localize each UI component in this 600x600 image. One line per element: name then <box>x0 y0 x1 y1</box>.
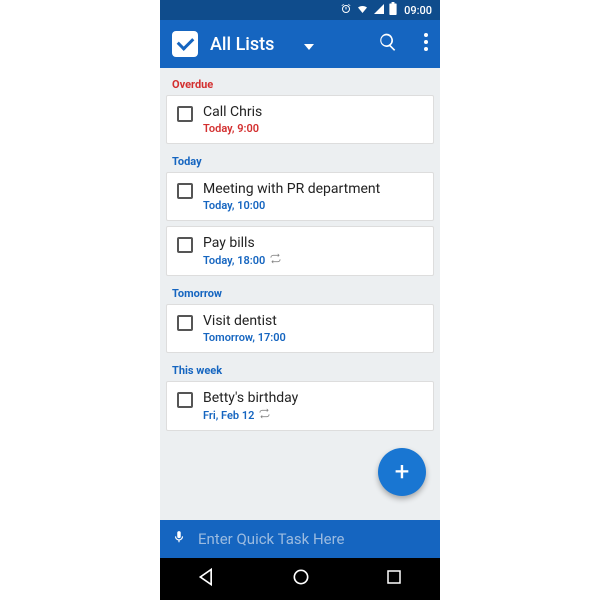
recents-button-icon[interactable] <box>385 568 403 590</box>
plus-icon: + <box>395 457 410 487</box>
add-task-fab[interactable]: + <box>378 448 426 496</box>
task-time: Today, 18:00 <box>203 254 265 267</box>
repeat-icon <box>259 408 270 422</box>
repeat-icon <box>270 253 281 267</box>
alarm-icon <box>340 3 352 18</box>
task-row[interactable]: Pay bills Today, 18:00 <box>166 226 434 276</box>
task-title: Call Chris <box>203 104 423 120</box>
wifi-icon <box>356 3 369 18</box>
list-selector-title[interactable]: All Lists <box>210 34 274 55</box>
task-checkbox[interactable] <box>177 237 193 253</box>
task-checkbox[interactable] <box>177 392 193 408</box>
back-button-icon[interactable] <box>197 567 217 591</box>
quick-task-bar[interactable]: Enter Quick Task Here <box>160 520 440 558</box>
task-time: Tomorrow, 17:00 <box>203 331 423 344</box>
task-checkbox[interactable] <box>177 315 193 331</box>
overflow-menu-icon[interactable] <box>424 33 428 55</box>
dropdown-arrow-icon[interactable] <box>304 35 314 54</box>
signal-icon <box>373 3 385 18</box>
task-checkbox[interactable] <box>177 183 193 199</box>
task-time: Today, 9:00 <box>203 122 423 135</box>
task-title: Betty's birthday <box>203 390 423 406</box>
battery-icon <box>389 2 397 18</box>
microphone-icon[interactable] <box>172 528 186 550</box>
home-button-icon[interactable] <box>291 567 311 591</box>
task-title: Visit dentist <box>203 313 423 329</box>
status-clock: 09:00 <box>404 4 432 17</box>
quick-task-input[interactable]: Enter Quick Task Here <box>198 530 345 548</box>
task-time: Today, 10:00 <box>203 199 423 212</box>
section-header-overdue: Overdue <box>166 72 434 95</box>
task-time: Fri, Feb 12 <box>203 409 254 422</box>
task-row[interactable]: Visit dentist Tomorrow, 17:00 <box>166 304 434 353</box>
app-toolbar: All Lists <box>160 20 440 68</box>
task-title: Meeting with PR department <box>203 181 423 197</box>
section-header-thisweek: This week <box>166 358 434 381</box>
task-row[interactable]: Betty's birthday Fri, Feb 12 <box>166 381 434 431</box>
task-checkbox[interactable] <box>177 106 193 122</box>
section-header-tomorrow: Tomorrow <box>166 281 434 304</box>
section-header-today: Today <box>166 149 434 172</box>
android-nav-bar <box>160 558 440 600</box>
task-row[interactable]: Call Chris Today, 9:00 <box>166 95 434 144</box>
android-status-bar: 09:00 <box>160 0 440 20</box>
search-icon[interactable] <box>378 32 398 56</box>
app-logo-icon[interactable] <box>172 31 198 57</box>
task-row[interactable]: Meeting with PR department Today, 10:00 <box>166 172 434 221</box>
task-title: Pay bills <box>203 235 423 251</box>
